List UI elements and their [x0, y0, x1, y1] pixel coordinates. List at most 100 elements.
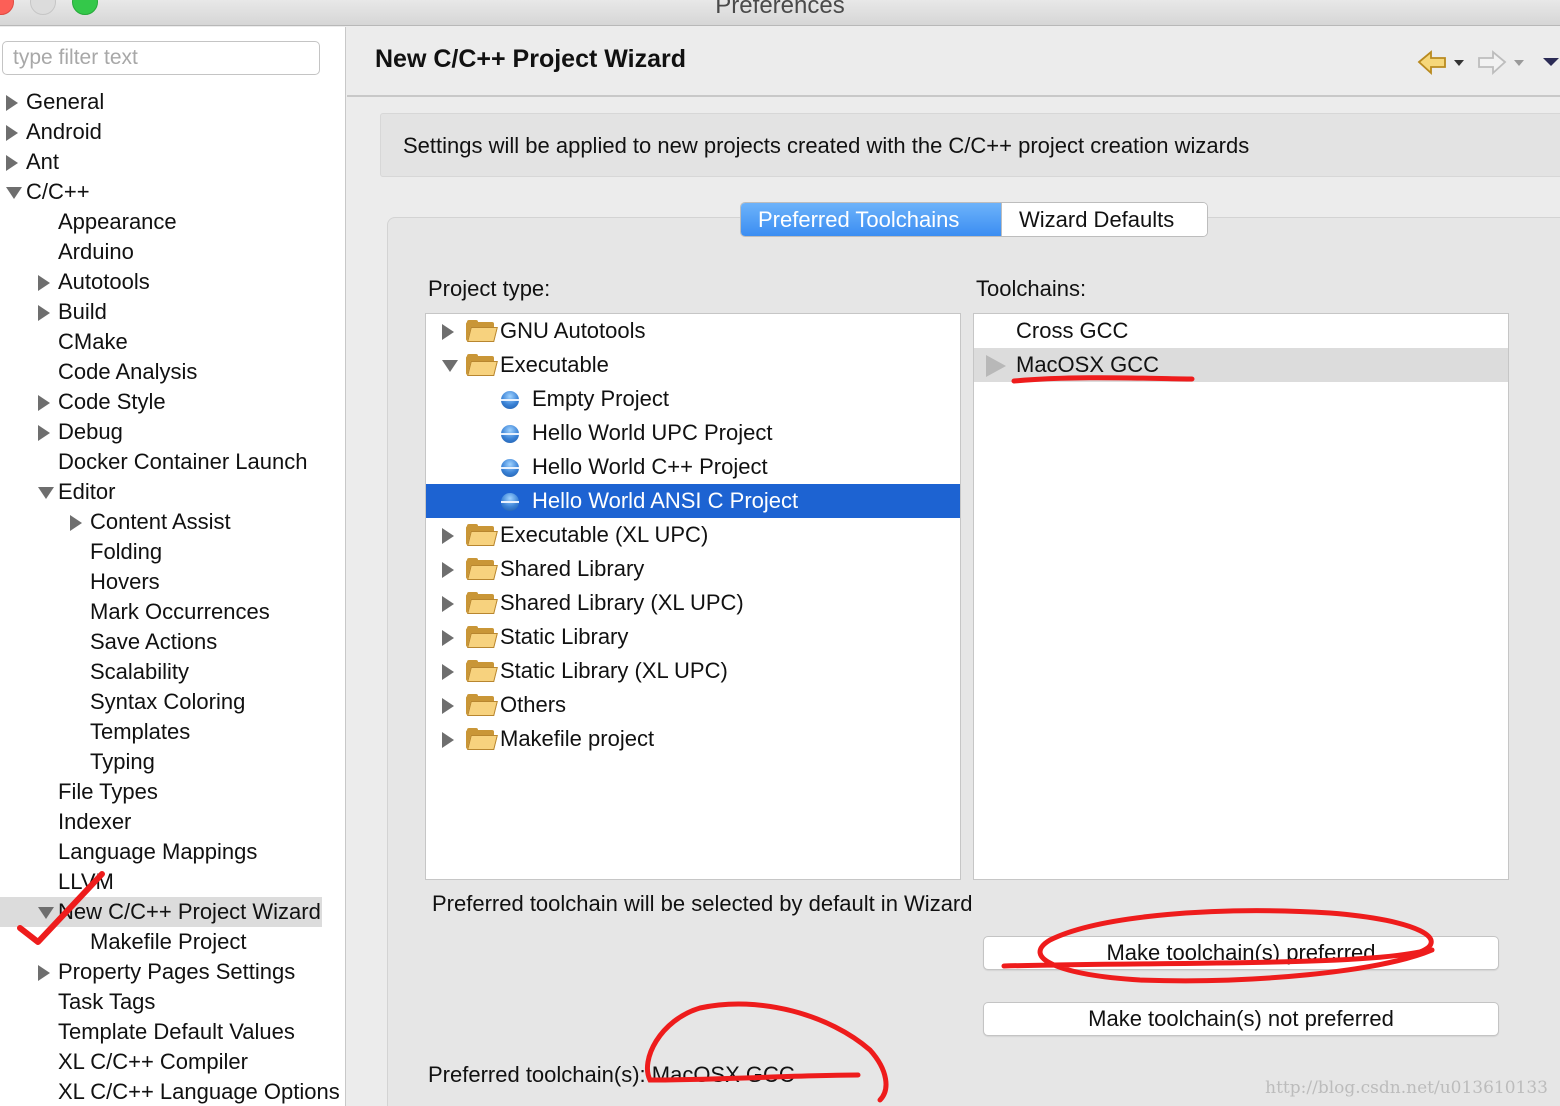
tab-wizard-defaults[interactable]: Wizard Defaults	[1001, 203, 1207, 236]
folder-icon	[466, 592, 498, 614]
collapsed-triangle-icon[interactable]	[6, 125, 18, 141]
sidebar-item-c-c[interactable]: C/C++	[0, 177, 330, 207]
folder-icon	[466, 626, 498, 648]
view-menu-button[interactable]	[1541, 49, 1560, 82]
collapsed-triangle-icon[interactable]	[70, 515, 82, 531]
sidebar-item-xl-c-c-language-options[interactable]: XL C/C++ Language Options	[0, 1077, 340, 1106]
collapsed-triangle-icon[interactable]	[6, 95, 18, 111]
collapsed-triangle-icon[interactable]	[38, 305, 50, 321]
window-titlebar: Preferences	[0, 0, 1560, 26]
sidebar-item-label: Makefile Project	[90, 929, 247, 954]
project-type-item-empty-project[interactable]: Empty Project	[426, 382, 960, 416]
sidebar-item-indexer[interactable]: Indexer	[0, 807, 330, 837]
filter-input[interactable]: type filter text	[2, 41, 320, 75]
sidebar-item-general[interactable]: General	[0, 87, 330, 117]
sidebar-item-new-c-c-project-wizard[interactable]: New C/C++ Project Wizard	[0, 897, 322, 927]
project-type-item-executable-xl-upc[interactable]: Executable (XL UPC)	[426, 518, 960, 552]
project-type-item-hello-world-ansi-c-project[interactable]: Hello World ANSI C Project	[426, 484, 960, 518]
sidebar-item-label: General	[26, 89, 105, 114]
back-button[interactable]	[1417, 49, 1465, 82]
sidebar-item-ant[interactable]: Ant	[0, 147, 330, 177]
collapsed-triangle-icon[interactable]	[442, 698, 454, 714]
project-type-item-static-library[interactable]: Static Library	[426, 620, 960, 654]
sidebar-item-makefile-project[interactable]: Makefile Project	[0, 927, 330, 957]
project-type-item-shared-library[interactable]: Shared Library	[426, 552, 960, 586]
project-type-item-executable[interactable]: Executable	[426, 348, 960, 382]
sidebar-item-folding[interactable]: Folding	[0, 537, 330, 567]
view-menu-icon	[1543, 58, 1559, 66]
sidebar-item-syntax-coloring[interactable]: Syntax Coloring	[0, 687, 330, 717]
sidebar-item-task-tags[interactable]: Task Tags	[0, 987, 330, 1017]
collapsed-triangle-icon[interactable]	[442, 630, 454, 646]
toolchains-list[interactable]: Cross GCC MacOSX GCC	[973, 313, 1509, 880]
collapsed-triangle-icon[interactable]	[38, 425, 50, 441]
sidebar-item-templates[interactable]: Templates	[0, 717, 330, 747]
collapsed-triangle-icon[interactable]	[442, 324, 454, 340]
project-type-item-gnu-autotools[interactable]: GNU Autotools	[426, 314, 960, 348]
sidebar-item-property-pages-settings[interactable]: Property Pages Settings	[0, 957, 330, 987]
sidebar-item-label: Template Default Values	[58, 1019, 295, 1044]
make-preferred-button[interactable]: Make toolchain(s) preferred	[983, 936, 1499, 970]
page-title: New C/C++ Project Wizard	[375, 45, 686, 73]
preferred-marker-icon	[986, 355, 1006, 377]
project-type-item-shared-library-xl-upc[interactable]: Shared Library (XL UPC)	[426, 586, 960, 620]
sidebar-item-scalability[interactable]: Scalability	[0, 657, 330, 687]
toolchain-label: Cross GCC	[1016, 318, 1129, 343]
make-not-preferred-button[interactable]: Make toolchain(s) not preferred	[983, 1002, 1499, 1036]
sidebar-item-cmake[interactable]: CMake	[0, 327, 330, 357]
sidebar-item-label: Scalability	[90, 659, 190, 684]
project-template-icon	[501, 391, 519, 409]
project-type-label: Shared Library (XL UPC)	[500, 590, 744, 615]
tab-preferred-toolchains[interactable]: Preferred Toolchains	[741, 203, 1001, 236]
project-type-tree[interactable]: GNU Autotools Executable Empty Project Hell…	[425, 313, 961, 880]
expanded-triangle-icon[interactable]	[38, 487, 54, 499]
project-type-item-hello-world-upc-project[interactable]: Hello World UPC Project	[426, 416, 960, 450]
info-text: Preferred toolchain will be selected by …	[432, 891, 973, 916]
sidebar-item-llvm[interactable]: LLVM	[0, 867, 330, 897]
project-type-item-makefile-project[interactable]: Makefile project	[426, 722, 960, 756]
sidebar-item-appearance[interactable]: Appearance	[0, 207, 330, 237]
sidebar-item-autotools[interactable]: Autotools	[0, 267, 330, 297]
sidebar-item-debug[interactable]: Debug	[0, 417, 330, 447]
collapsed-triangle-icon[interactable]	[38, 395, 50, 411]
sidebar-item-code-analysis[interactable]: Code Analysis	[0, 357, 330, 387]
sidebar-item-mark-occurrences[interactable]: Mark Occurrences	[0, 597, 330, 627]
watermark: http://blog.csdn.net/u013610133	[1265, 1078, 1548, 1098]
sidebar-item-label: Property Pages Settings	[58, 959, 296, 984]
expanded-triangle-icon[interactable]	[38, 907, 54, 919]
collapsed-triangle-icon[interactable]	[38, 965, 50, 981]
project-type-item-others[interactable]: Others	[426, 688, 960, 722]
sidebar-item-xl-c-c-compiler[interactable]: XL C/C++ Compiler	[0, 1047, 330, 1077]
expanded-triangle-icon[interactable]	[442, 360, 458, 372]
forward-button[interactable]	[1477, 49, 1525, 82]
collapsed-triangle-icon[interactable]	[442, 732, 454, 748]
sidebar-item-content-assist[interactable]: Content Assist	[0, 507, 330, 537]
sidebar-item-android[interactable]: Android	[0, 117, 330, 147]
sidebar-item-hovers[interactable]: Hovers	[0, 567, 330, 597]
collapsed-triangle-icon[interactable]	[442, 664, 454, 680]
sidebar-item-file-types[interactable]: File Types	[0, 777, 330, 807]
project-type-label: GNU Autotools	[500, 318, 646, 343]
collapsed-triangle-icon[interactable]	[442, 562, 454, 578]
expanded-triangle-icon[interactable]	[6, 187, 22, 199]
collapsed-triangle-icon[interactable]	[442, 596, 454, 612]
sidebar-item-save-actions[interactable]: Save Actions	[0, 627, 330, 657]
sidebar-item-label: Code Analysis	[58, 359, 198, 384]
project-type-item-static-library-xl-upc[interactable]: Static Library (XL UPC)	[426, 654, 960, 688]
sidebar-item-editor[interactable]: Editor	[0, 477, 330, 507]
collapsed-triangle-icon[interactable]	[38, 275, 50, 291]
sidebar-item-docker-container-launch[interactable]: Docker Container Launch	[0, 447, 330, 477]
collapsed-triangle-icon[interactable]	[6, 155, 18, 171]
sidebar-item-template-default-values[interactable]: Template Default Values	[0, 1017, 330, 1047]
preferred-toolchain-summary: Preferred toolchain(s): MacOSX GCC	[428, 1062, 795, 1087]
project-type-item-hello-world-c-project[interactable]: Hello World C++ Project	[426, 450, 960, 484]
collapsed-triangle-icon[interactable]	[442, 528, 454, 544]
sidebar-item-typing[interactable]: Typing	[0, 747, 330, 777]
toolchain-item-macosx-gcc[interactable]: MacOSX GCC	[974, 348, 1508, 382]
sidebar-item-arduino[interactable]: Arduino	[0, 237, 330, 267]
sidebar-item-label: Arduino	[58, 239, 134, 264]
sidebar-item-language-mappings[interactable]: Language Mappings	[0, 837, 330, 867]
sidebar-item-build[interactable]: Build	[0, 297, 330, 327]
toolchain-item-cross-gcc[interactable]: Cross GCC	[974, 314, 1508, 348]
sidebar-item-code-style[interactable]: Code Style	[0, 387, 330, 417]
